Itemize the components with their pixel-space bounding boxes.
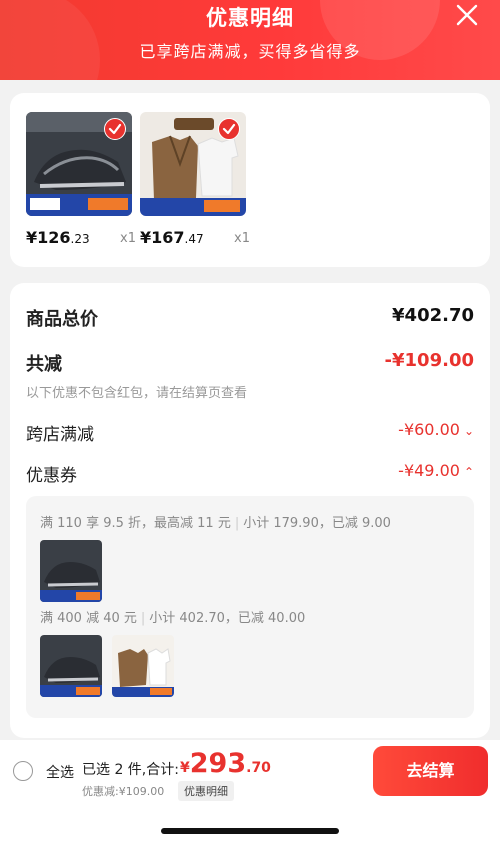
discount-detail-button[interactable]: 优惠明细 — [178, 781, 234, 801]
selected-check-icon[interactable] — [218, 118, 240, 140]
reduce-note: 以下优惠不包含红包，请在结算页查看 — [26, 386, 248, 401]
product-price: ¥126.23 — [26, 228, 90, 247]
chevron-down-icon[interactable]: ⌄ — [464, 424, 474, 438]
coupon-rule-line: 满 110 享 9.5 折，最高减 11 元 | 小计 179.90，已减 9.00 — [40, 516, 391, 531]
checkout-bar: 全选 已选 2 件,合计: ¥293.70 优惠减:¥109.00 优惠明细 去… — [0, 740, 500, 845]
select-all-radio[interactable] — [13, 761, 33, 781]
coupon-row[interactable]: 优惠券 -¥49.00 ⌃ — [26, 461, 474, 487]
select-all-label[interactable]: 全选 — [46, 762, 74, 782]
close-icon[interactable] — [452, 0, 482, 30]
coupon-product-thumb — [112, 635, 174, 697]
total-reduce-row: 共减 -¥109.00 — [26, 350, 474, 376]
product-price-row: ¥126.23 x1 — [26, 228, 136, 250]
total-reduce-value: -¥109.00 — [384, 350, 474, 371]
total-reduce-label: 共减 — [26, 354, 62, 375]
product-price-row: ¥167.47 x1 — [140, 228, 250, 250]
total-amount: ¥293.70 — [180, 748, 271, 779]
product-quantity: x1 — [120, 231, 136, 246]
products-card: ¥126.23 x1 ¥167.47 x1 — [10, 93, 490, 267]
header-banner: 优惠明细 已享跨店满减，买得多省得多 — [0, 0, 500, 80]
checkout-button[interactable]: 去结算 — [373, 746, 488, 796]
coupon-label: 优惠券 — [26, 466, 77, 486]
home-indicator[interactable] — [161, 828, 339, 834]
product-quantity: x1 — [234, 231, 250, 246]
product-image-jacket[interactable] — [140, 112, 246, 216]
cross-store-row[interactable]: 跨店满减 -¥60.00 ⌄ — [26, 420, 474, 446]
chevron-up-icon[interactable]: ⌃ — [464, 465, 474, 479]
coupon-product-thumb — [40, 540, 102, 602]
cross-store-value: -¥60.00 ⌄ — [398, 420, 474, 439]
selected-count-text: 已选 2 件,合计: — [82, 762, 179, 778]
coupon-value: -¥49.00 ⌃ — [398, 461, 474, 480]
coupon-details-box: 满 110 享 9.5 折，最高减 11 元 | 小计 179.90，已减 9.00… — [26, 496, 474, 718]
page-subtitle: 已享跨店满减，买得多省得多 — [139, 42, 361, 61]
summary-card: 商品总价 ¥402.70 共减 -¥109.00 以下优惠不包含红包，请在结算页… — [10, 283, 490, 738]
cross-store-label: 跨店满减 — [26, 425, 94, 445]
goods-total-label: 商品总价 — [26, 309, 98, 330]
selected-check-icon[interactable] — [104, 118, 126, 140]
product-item[interactable]: ¥126.23 x1 — [26, 112, 136, 247]
product-price: ¥167.47 — [140, 228, 204, 247]
page-title: 优惠明细 — [206, 6, 294, 30]
coupon-product-thumb — [40, 635, 102, 697]
coupon-rule-line: 满 400 减 40 元 | 小计 402.70，已减 40.00 — [40, 611, 306, 626]
product-image-sneaker[interactable] — [26, 112, 132, 216]
product-item[interactable]: ¥167.47 x1 — [140, 112, 250, 247]
goods-total-row: 商品总价 ¥402.70 — [26, 305, 474, 331]
goods-total-value: ¥402.70 — [392, 305, 474, 326]
discount-text: 优惠减:¥109.00 — [82, 785, 165, 798]
